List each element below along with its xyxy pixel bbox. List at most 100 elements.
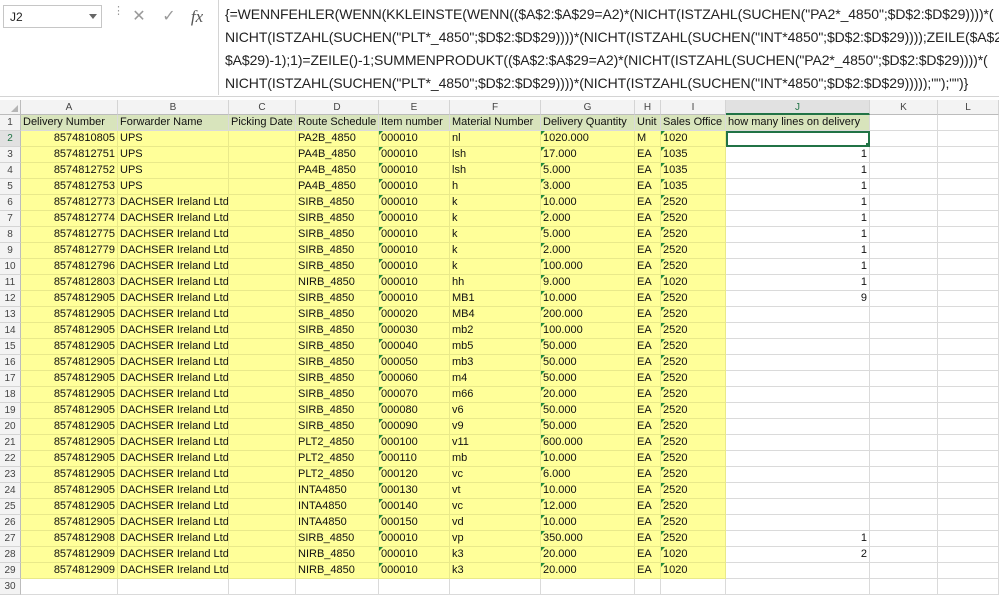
column-header[interactable]: H [635,100,661,115]
cell[interactable]: k3 [450,563,541,579]
cell[interactable]: 2520 [661,515,726,531]
header-cell[interactable]: Route Schedule [296,115,379,131]
cell[interactable] [870,163,938,179]
cell[interactable]: SIRB_4850 [296,355,379,371]
cell[interactable]: EA [635,195,661,211]
cell[interactable]: 000040 [379,339,450,355]
cell[interactable]: 000050 [379,355,450,371]
cell[interactable] [870,435,938,451]
cell[interactable] [938,211,999,227]
cell[interactable] [726,339,870,355]
cell[interactable]: h [450,179,541,195]
cell[interactable]: UPS [118,131,229,147]
cell[interactable]: DACHSER Ireland Ltd. [118,339,229,355]
cell[interactable] [938,291,999,307]
cell[interactable]: 50.000 [541,355,635,371]
cell[interactable] [870,131,938,147]
cell[interactable]: SIRB_4850 [296,243,379,259]
cell[interactable]: 8574812751 [21,147,118,163]
cell[interactable]: 000150 [379,515,450,531]
cell[interactable]: DACHSER Ireland Ltd. [118,547,229,563]
cell[interactable] [229,323,296,339]
cell[interactable] [870,227,938,243]
row-header[interactable]: 1 [0,115,21,131]
cell[interactable]: DACHSER Ireland Ltd. [118,243,229,259]
cell[interactable]: 100.000 [541,323,635,339]
row-header[interactable]: 15 [0,339,21,355]
cell[interactable]: SIRB_4850 [296,323,379,339]
cell[interactable]: SIRB_4850 [296,371,379,387]
column-header[interactable]: E [379,100,450,115]
row-header[interactable]: 3 [0,147,21,163]
cell[interactable] [229,227,296,243]
cell[interactable]: 000010 [379,147,450,163]
cell[interactable]: EA [635,291,661,307]
cell[interactable]: vc [450,499,541,515]
cell[interactable]: PLT2_4850 [296,435,379,451]
cell[interactable] [229,131,296,147]
row-header[interactable]: 17 [0,371,21,387]
cell[interactable]: mb [450,451,541,467]
cell[interactable] [726,515,870,531]
cell[interactable]: 8574810805 [21,131,118,147]
cell[interactable]: v11 [450,435,541,451]
cell[interactable]: 2520 [661,339,726,355]
cell[interactable]: EA [635,467,661,483]
cell[interactable]: vd [450,515,541,531]
cell[interactable]: 1 [726,275,870,291]
cell[interactable]: lsh [450,147,541,163]
cell[interactable] [870,547,938,563]
cell[interactable]: 10.000 [541,515,635,531]
cell[interactable]: SIRB_4850 [296,259,379,275]
cell[interactable] [229,163,296,179]
cell[interactable]: 8574812905 [21,323,118,339]
cell[interactable] [296,579,379,595]
cell[interactable] [938,435,999,451]
cell[interactable]: hh [450,275,541,291]
cell[interactable]: SIRB_4850 [296,387,379,403]
cell[interactable]: 2520 [661,243,726,259]
cell[interactable] [938,387,999,403]
cell[interactable]: 1 [726,243,870,259]
cell[interactable] [938,275,999,291]
cell[interactable]: EA [635,387,661,403]
cell[interactable]: 1 [726,259,870,275]
cell[interactable]: 9 [726,291,870,307]
cell[interactable]: EA [635,451,661,467]
row-header[interactable]: 22 [0,451,21,467]
cell[interactable] [938,483,999,499]
cell[interactable] [229,483,296,499]
row-header[interactable]: 21 [0,435,21,451]
select-all-button[interactable] [0,100,21,115]
cell[interactable] [229,563,296,579]
cell[interactable]: EA [635,563,661,579]
cell[interactable]: 10.000 [541,451,635,467]
cell[interactable]: 2520 [661,435,726,451]
cell[interactable]: EA [635,259,661,275]
cell[interactable]: m66 [450,387,541,403]
cell[interactable]: vc [450,467,541,483]
cell[interactable]: EA [635,339,661,355]
cell[interactable]: 8574812905 [21,387,118,403]
cell[interactable]: 000020 [379,307,450,323]
cell[interactable]: 100.000 [541,259,635,275]
cell[interactable]: 000010 [379,195,450,211]
cell[interactable]: 1 [726,179,870,195]
cell[interactable]: 3.000 [541,179,635,195]
cell[interactable]: DACHSER Ireland Ltd. [118,435,229,451]
cell[interactable] [229,259,296,275]
cell[interactable]: SIRB_4850 [296,531,379,547]
cancel-button[interactable]: ✕ [128,6,150,28]
cell[interactable]: DACHSER Ireland Ltd. [118,515,229,531]
cell[interactable] [938,579,999,595]
row-header[interactable]: 19 [0,403,21,419]
cell[interactable]: 17.000 [541,147,635,163]
cell[interactable] [229,179,296,195]
cell[interactable] [870,451,938,467]
cell[interactable]: 1035 [661,179,726,195]
cell[interactable] [726,371,870,387]
cell[interactable]: 1020.000 [541,131,635,147]
cell[interactable] [726,579,870,595]
cell[interactable]: PA4B_4850 [296,163,379,179]
cell[interactable] [938,259,999,275]
